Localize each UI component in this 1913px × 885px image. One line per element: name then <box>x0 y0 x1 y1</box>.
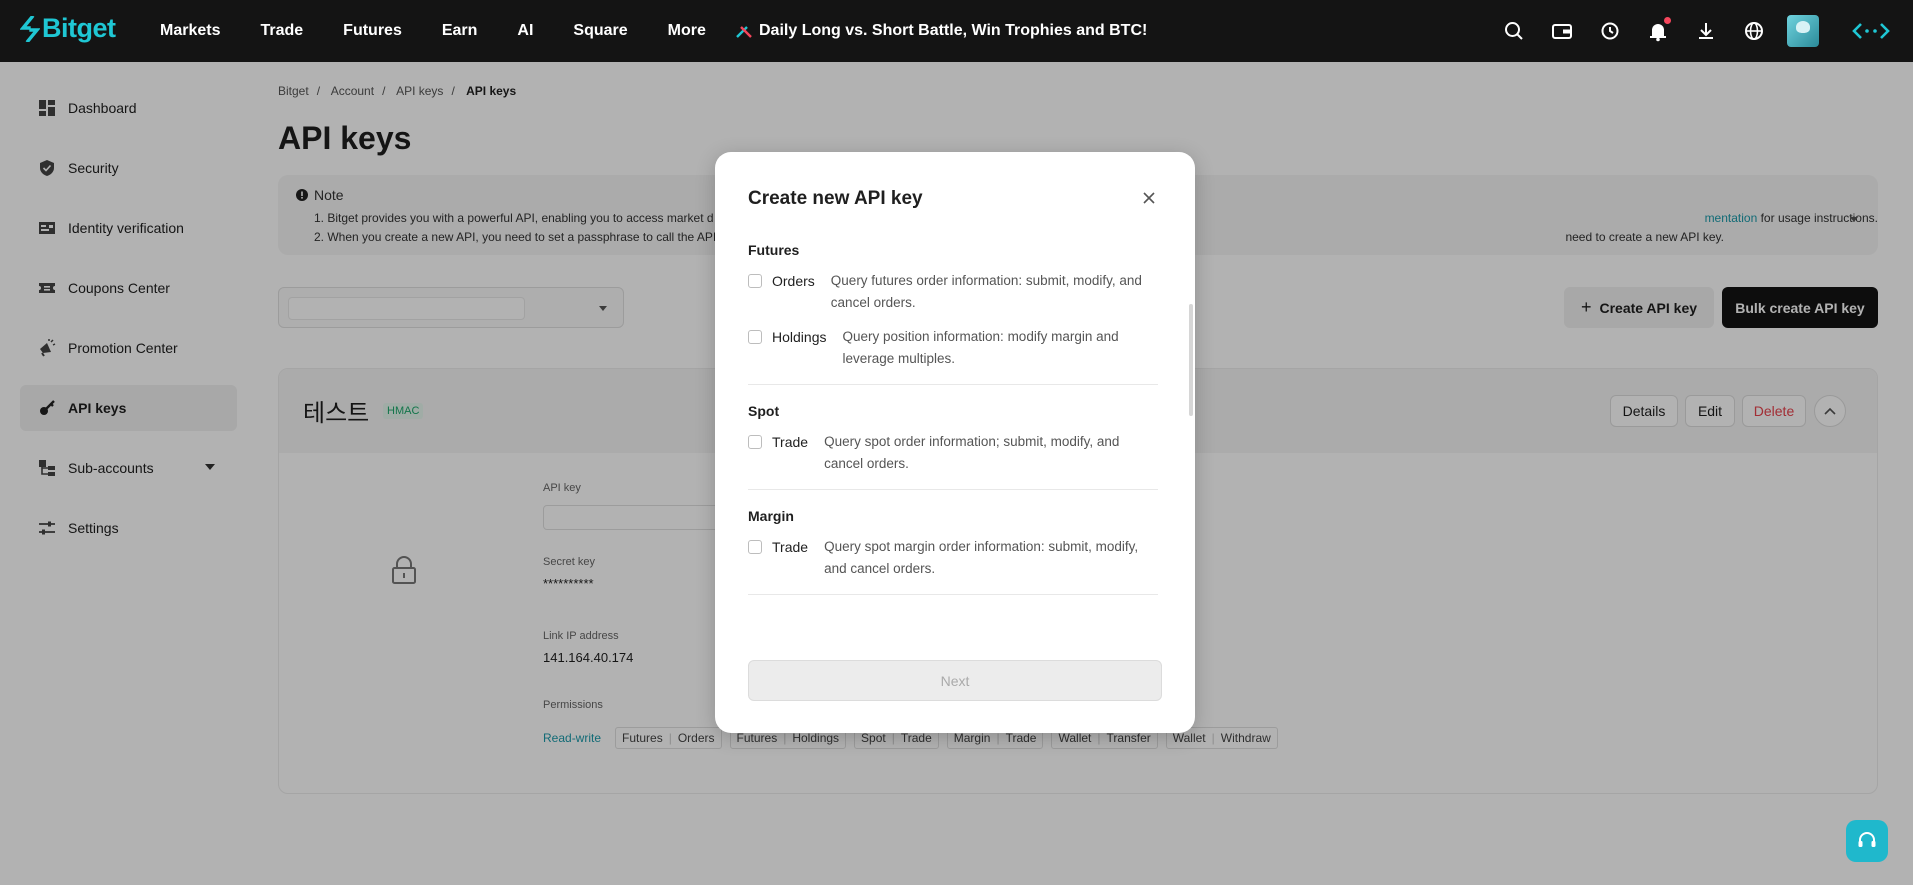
permission-description: Query futures order information: submit,… <box>830 273 1142 310</box>
nav-square[interactable]: Square <box>573 22 627 40</box>
customer-support-button[interactable] <box>1846 820 1888 862</box>
permission-description: Query spot order information; submit, mo… <box>824 434 1120 471</box>
promo-banner[interactable]: Daily Long vs. Short Battle, Win Trophie… <box>735 0 1147 62</box>
checkbox-margin-trade[interactable] <box>748 540 762 554</box>
section-title-futures: Futures <box>748 242 800 258</box>
permission-description: Query position information: modify margi… <box>842 329 1119 366</box>
modal-title: Create new API key <box>748 188 923 209</box>
nav-earn[interactable]: Earn <box>442 22 478 40</box>
top-navbar: Bitget Markets Trade Futures Earn AI Squ… <box>0 0 1913 62</box>
headset-icon <box>1858 832 1876 847</box>
permission-item-margin-trade: Trade Query spot margin order informatio… <box>748 538 1158 580</box>
wallet-icon[interactable] <box>1551 20 1573 42</box>
permission-item-futures-orders: Orders Query futures order information: … <box>748 272 1158 314</box>
promo-text: Daily Long vs. Short Battle, Win Trophie… <box>759 22 1148 39</box>
permission-description: Query spot margin order information: sub… <box>824 539 1139 576</box>
section-divider <box>748 489 1158 490</box>
checkbox-futures-holdings[interactable] <box>748 330 762 344</box>
battle-icon <box>736 26 752 38</box>
permission-name: Orders <box>772 273 815 289</box>
main-nav: Markets Trade Futures Earn AI Square Mor… <box>160 0 746 62</box>
checkbox-spot-trade[interactable] <box>748 435 762 449</box>
code-icon[interactable] <box>1851 20 1891 42</box>
nav-futures[interactable]: Futures <box>343 22 402 40</box>
nav-markets[interactable]: Markets <box>160 22 220 40</box>
top-icon-group <box>1477 0 1913 62</box>
permission-name: Holdings <box>772 329 827 345</box>
permission-item-spot-trade: Trade Query spot order information; subm… <box>748 433 1158 475</box>
create-api-key-modal: Create new API key Futures Orders Query … <box>715 152 1195 733</box>
next-button[interactable]: Next <box>748 660 1162 701</box>
history-icon[interactable] <box>1599 20 1621 42</box>
nav-more[interactable]: More <box>668 22 706 40</box>
search-icon[interactable] <box>1503 20 1525 42</box>
checkbox-futures-orders[interactable] <box>748 274 762 288</box>
permission-list[interactable]: Futures Orders Query futures order infor… <box>748 242 1158 650</box>
logo-mark-icon <box>20 15 40 42</box>
download-icon[interactable] <box>1695 20 1717 42</box>
section-title-margin: Margin <box>748 508 794 524</box>
avatar[interactable] <box>1787 15 1819 47</box>
globe-icon[interactable] <box>1743 20 1765 42</box>
modal-scrollbar[interactable] <box>1189 304 1193 416</box>
nav-trade[interactable]: Trade <box>260 22 303 40</box>
permission-name: Trade <box>772 434 809 450</box>
section-title-spot: Spot <box>748 403 780 419</box>
nav-ai[interactable]: AI <box>517 22 533 40</box>
notification-dot <box>1664 17 1671 24</box>
section-divider <box>748 384 1158 385</box>
close-icon[interactable] <box>1141 190 1157 206</box>
permission-item-futures-holdings: Holdings Query position information: mod… <box>748 328 1158 370</box>
bell-icon[interactable] <box>1647 17 1671 42</box>
permission-name: Trade <box>772 539 809 555</box>
bitget-logo[interactable]: Bitget <box>20 13 116 44</box>
section-divider <box>748 594 1158 595</box>
logo-text: Bitget <box>42 13 116 43</box>
